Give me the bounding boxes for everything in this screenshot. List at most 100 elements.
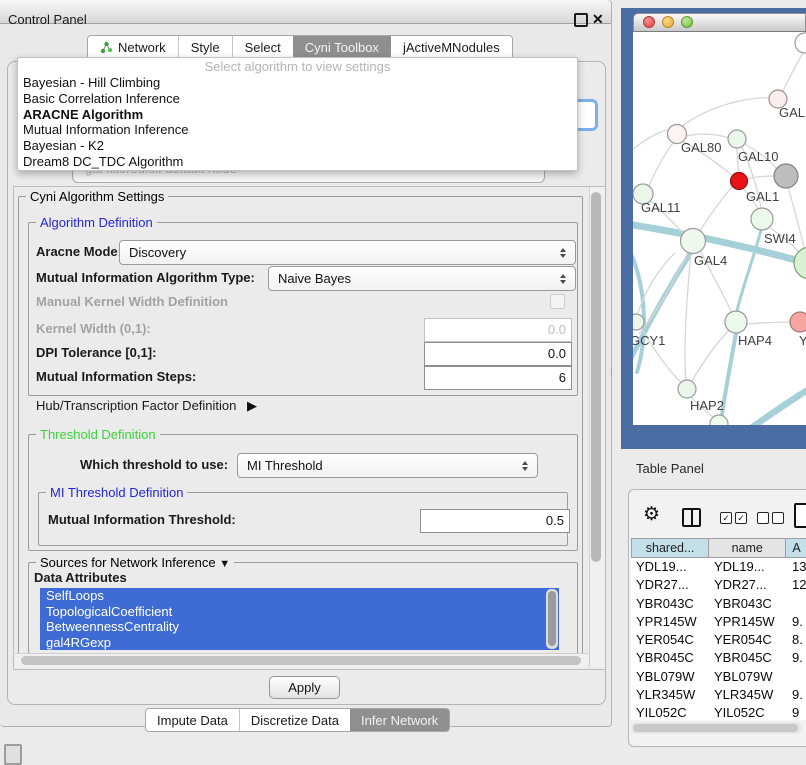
gear-icon[interactable]: ⚙ xyxy=(643,504,660,526)
document-icon[interactable] xyxy=(794,503,806,528)
tab-style[interactable]: Style xyxy=(178,36,232,59)
node-hap2[interactable] xyxy=(678,380,696,398)
table-header-row: shared... name A xyxy=(631,538,806,558)
hub-definition-expander[interactable]: Hub/Transcription Factor Definition ▶ xyxy=(36,398,257,414)
columns-icon[interactable] xyxy=(682,508,701,527)
node-gal1[interactable] xyxy=(751,208,773,230)
window-zoom-button[interactable] xyxy=(681,16,693,28)
window-minimize-button[interactable] xyxy=(662,16,674,28)
label-gal-partial: GAL xyxy=(779,105,805,120)
tab-infer-network[interactable]: Infer Network xyxy=(350,709,449,731)
table-row[interactable]: YIL052C YIL052C 9 xyxy=(631,704,806,720)
spinner-arrows-icon xyxy=(522,461,528,471)
node-gray[interactable] xyxy=(774,164,798,188)
tab-discretize-data[interactable]: Discretize Data xyxy=(239,709,350,731)
label-gal11: GAL11 xyxy=(641,200,681,215)
settings-vscrollbar-thumb[interactable] xyxy=(591,192,601,562)
aracne-mode-label: Aracne Mode: xyxy=(36,240,122,263)
tab-impute-data[interactable]: Impute Data xyxy=(146,709,239,731)
mi-threshold-label: Mutual Information Threshold: xyxy=(48,509,236,531)
dpi-tolerance-label: DPI Tolerance [0,1]: xyxy=(36,342,156,364)
table-row[interactable]: YBR045C YBR045C 9. xyxy=(631,649,806,667)
network-graph: GAL GAL80 GAL10 GAL1 GAL11 SWI4 GAL4 GCY… xyxy=(633,32,806,425)
collapse-down-icon: ▼ xyxy=(219,558,230,570)
tab-select[interactable]: Select xyxy=(232,36,293,59)
node-swi4[interactable] xyxy=(794,247,806,279)
node-partial-top[interactable] xyxy=(795,33,806,53)
node-gal4[interactable] xyxy=(681,229,706,254)
spinner-arrows-icon xyxy=(560,274,566,284)
network-icon xyxy=(100,41,113,54)
column-header-shared[interactable]: shared... xyxy=(632,539,709,557)
column-header-partial[interactable]: A xyxy=(786,539,806,557)
unchecked-checkbox-icon[interactable] xyxy=(772,512,784,524)
mi-steps-field[interactable]: 6 xyxy=(424,366,572,390)
spinner-arrows-icon xyxy=(560,248,566,258)
data-attributes-label: Data Attributes xyxy=(34,570,127,585)
table-row[interactable]: YDR27... YDR27... 12 xyxy=(631,576,806,594)
table-row[interactable]: YPR145W YPR145W 9. xyxy=(631,613,806,631)
table-hscrollbar-thumb[interactable] xyxy=(633,724,798,732)
list-item[interactable]: SelfLoops xyxy=(40,588,559,604)
mi-algorithm-type-combobox[interactable]: Naive Bayes xyxy=(268,266,576,291)
label-hap4: HAP4 xyxy=(738,333,772,348)
algorithm-popup-prompt: Select algorithm to view settings xyxy=(18,58,577,75)
float-window-icon[interactable] xyxy=(574,13,588,27)
cyni-algorithm-settings-title: Cyni Algorithm Settings xyxy=(26,189,168,204)
close-icon[interactable]: ✕ xyxy=(592,9,604,30)
table-row[interactable]: YBL079W YBL079W xyxy=(631,668,806,686)
node-table: shared... name A YDL19... YDL19... 13 YD… xyxy=(631,538,806,720)
list-scrollbar-thumb[interactable] xyxy=(548,591,556,646)
aracne-mode-combobox[interactable]: Discovery xyxy=(119,240,576,265)
column-header-name[interactable]: name xyxy=(709,539,786,557)
dpi-tolerance-field[interactable]: 0.0 xyxy=(424,342,572,366)
label-swi4: SWI4 xyxy=(764,231,796,246)
checked-checkbox-icon[interactable]: ✓ xyxy=(720,512,732,524)
tab-network[interactable]: Network xyxy=(88,36,178,59)
algorithm-option[interactable]: Bayesian - K2 xyxy=(18,138,577,154)
mi-threshold-group-title: MI Threshold Definition xyxy=(46,485,187,500)
which-threshold-combobox[interactable]: MI Threshold xyxy=(237,453,538,478)
mi-algorithm-type-label: Mutual Information Algorithm Type: xyxy=(36,266,255,289)
tab-cyni-toolbox[interactable]: Cyni Toolbox xyxy=(293,36,391,59)
unchecked-checkbox-icon[interactable] xyxy=(757,512,769,524)
table-row[interactable]: YBR043C YBR043C xyxy=(631,595,806,613)
list-item[interactable]: TopologicalCoefficient xyxy=(40,604,559,620)
mi-threshold-field[interactable]: 0.5 xyxy=(420,509,570,533)
label-gal4: GAL4 xyxy=(694,253,727,268)
node-gal10[interactable] xyxy=(728,130,746,148)
algorithm-dropdown-popup: Select algorithm to view settings Bayesi… xyxy=(17,57,578,171)
algorithm-option[interactable]: Basic Correlation Inference xyxy=(18,91,577,107)
hub-definition-label: Hub/Transcription Factor Definition xyxy=(36,398,236,413)
algorithm-option-selected[interactable]: ARACNE Algorithm xyxy=(18,107,577,123)
node-gcy1[interactable] xyxy=(633,314,644,330)
apply-button[interactable]: Apply xyxy=(269,676,340,699)
sources-group-title[interactable]: Sources for Network Inference ▼ xyxy=(36,555,234,570)
algorithm-definition-title: Algorithm Definition xyxy=(36,215,157,230)
table-row[interactable]: YDL19... YDL19... 13 xyxy=(631,558,806,576)
label-gal10: GAL10 xyxy=(738,149,778,164)
settings-hscrollbar-thumb[interactable] xyxy=(21,656,581,665)
node-red[interactable] xyxy=(731,173,748,190)
control-panel-titlebar xyxy=(0,0,611,24)
kernel-width-field[interactable]: 0.0 xyxy=(424,318,572,342)
list-item[interactable]: BetweennessCentrality xyxy=(40,619,559,635)
node-hap4[interactable] xyxy=(725,311,747,333)
algorithm-option[interactable]: Bayesian - Hill Climbing xyxy=(18,75,577,91)
algorithm-option[interactable]: Mutual Information Inference xyxy=(18,122,577,138)
manual-kernel-width-checkbox[interactable] xyxy=(550,294,565,309)
manual-kernel-width-label: Manual Kernel Width Definition xyxy=(36,294,228,309)
tab-jactivemnodules[interactable]: jActiveMNodules xyxy=(391,36,512,59)
table-rows: YDL19... YDL19... 13 YDR27... YDR27... 1… xyxy=(631,558,806,720)
node-salmon[interactable] xyxy=(790,312,806,332)
checked-checkbox-icon[interactable]: ✓ xyxy=(735,512,747,524)
table-row[interactable]: YLR345W YLR345W 9. xyxy=(631,686,806,704)
algorithm-option[interactable]: Dream8 DC_TDC Algorithm xyxy=(18,154,577,170)
network-canvas[interactable]: GAL GAL80 GAL10 GAL1 GAL11 SWI4 GAL4 GCY… xyxy=(633,32,806,425)
threshold-definition-title: Threshold Definition xyxy=(36,427,160,442)
label-y-partial: Y xyxy=(799,333,806,348)
network-window-titlebar[interactable] xyxy=(633,13,806,32)
list-item[interactable]: gal4RGexp xyxy=(40,635,559,651)
table-row[interactable]: YER054C YER054C 8. xyxy=(631,631,806,649)
window-close-button[interactable] xyxy=(643,16,655,28)
